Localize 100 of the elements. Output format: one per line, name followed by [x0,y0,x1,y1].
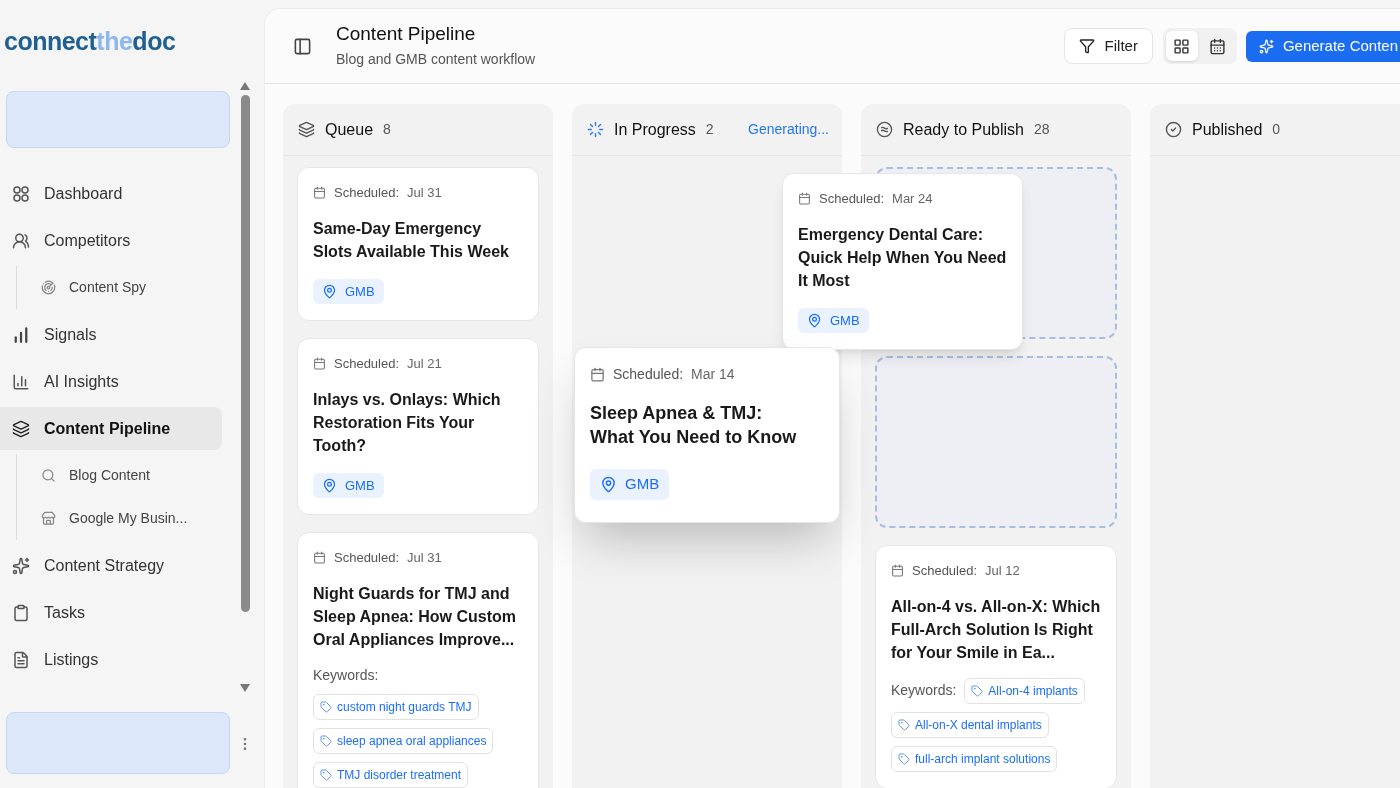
grid-icon [1173,37,1191,55]
gmb-tag: GMB [313,278,384,304]
scheduled-label: Scheduled: [334,355,400,373]
radar-icon [41,280,56,295]
sparkles-icon [1258,38,1274,54]
scheduled-label: Scheduled: [334,184,400,202]
card-title: Inlays vs. Onlays: Which Restoration Fits Your Tooth? [313,389,502,456]
scheduled-date: Jul 12 [985,562,1020,580]
dashboard-icon [12,184,30,203]
check-circle-icon [1165,121,1182,138]
nav-subitem[interactable]: Content Spy [17,266,236,309]
scheduled-date: Jul 21 [407,355,442,373]
layers-icon [12,419,30,438]
column-count: 0 [1272,120,1281,139]
column-title: Queue [325,119,374,140]
card-title: Emergency Dental Care: Quick Help When You Need It Most [798,224,1007,291]
map-pin-icon [322,283,337,299]
tag-icon [898,752,910,765]
sidebar-toggle-icon[interactable] [293,36,312,56]
search-icon [41,468,56,483]
tag-icon [898,718,910,731]
column-count: 28 [1033,120,1050,139]
page-title: Content Pipeline [336,22,477,46]
gmb-tag: GMB [798,307,869,333]
nav-item[interactable]: Content Pipeline [0,407,222,450]
logo[interactable]: connectthedoc [4,28,176,54]
map-pin-icon [600,475,617,493]
card-title: Sleep Apnea & TMJ: What You Need to Know [590,402,798,449]
nav-subitem[interactable]: Blog Content [17,454,236,497]
nav-item[interactable]: Competitors [0,219,222,262]
filter-icon [1078,38,1095,54]
nav-item[interactable]: Tasks [0,591,222,634]
scheduled-label: Scheduled: [819,190,885,208]
nav-item[interactable]: AI Insights [0,360,222,403]
filter-button[interactable]: Filter [1063,28,1153,64]
content-card[interactable]: Scheduled: Jul 12 All-on-4 vs. All-on-X: Which Full-Arch Solution Is Right for Your Smile in Ea... Keywords: All-on-4 implants All-on-X dental implants full-arch implant solutions [875,545,1117,788]
tag-icon [320,700,332,713]
view-button[interactable] [1165,31,1198,61]
nav-item[interactable]: Listings [0,638,222,681]
content-card[interactable]: Scheduled: Jul 21 Inlays vs. Onlays: Which Restoration Fits Your Tooth? GMB [297,338,539,515]
content-card[interactable]: Scheduled: Mar 14 Sleep Apnea & TMJ: What You Need to Know GMB [574,347,840,523]
calendar-icon [798,192,811,206]
scheduled-label: Scheduled: [334,549,400,567]
gmb-tag: GMB [313,472,384,498]
scheduled-label: Scheduled: [613,365,684,384]
calendar-icon [313,357,326,371]
nav-item[interactable]: Content Strategy [0,544,222,587]
page-subtitle: Blog and GMB content workflow [336,50,536,69]
gmb-tag: GMB [590,469,670,500]
calendar-icon [590,367,605,382]
column-title: Ready to Publish [903,119,1024,140]
column-count: 8 [383,120,391,139]
keyword-chip: custom night guards TMJ [313,693,479,720]
status-text: Generating... [748,120,829,139]
column-title: Published [1192,119,1263,140]
content-card[interactable]: Scheduled: Jul 31 Same-Day Emergency Slots Available This Week GMB [297,167,539,321]
scheduled-label: Scheduled: [912,562,978,580]
clipboard-icon [12,603,30,622]
signal-bars-icon [12,325,30,344]
tag-icon [320,768,332,781]
waves-circle-icon [876,121,893,138]
card-title: All-on-4 vs. All-on-X: Which Full-Arch Solution Is Right for Your Smile in Ea... [891,596,1101,663]
scroll-down-icon[interactable] [240,684,250,692]
keyword-chip: All-on-4 implants [964,677,1085,704]
keywords-label: Keywords: [313,665,379,685]
scheduled-date: Jul 31 [407,184,442,202]
scheduled-date: Jul 31 [407,549,442,567]
tag-icon [971,684,984,697]
keyword-chip: sleep apnea oral appliances [313,727,494,754]
document-icon [12,650,30,669]
card-title: Same-Day Emergency Slots Available This Week [313,218,510,262]
nav-item[interactable]: Signals [0,313,222,356]
spinner-icon [587,121,604,138]
calendar-icon [313,186,326,200]
scheduled-date: Mar 24 [892,190,933,208]
scheduled-date: Mar 14 [691,365,735,384]
tag-icon [320,734,332,747]
sparkles-icon [12,556,30,575]
calendar-icon [313,551,326,565]
keyword-chip: full-arch implant solutions [891,745,1058,772]
nav-item[interactable]: Dashboard [0,172,222,215]
generate-content-button[interactable]: Generate Conten [1245,30,1400,62]
layers-icon [298,121,315,138]
scrollbar-thumb[interactable] [240,95,250,612]
keywords-label: Keywords: [891,681,957,700]
nav-subitem[interactable]: Google My Busin... [17,497,236,540]
scroll-up-icon[interactable] [240,82,250,90]
bar-chart-icon [12,372,30,391]
keyword-chip: TMJ disorder treatment [313,761,469,788]
map-pin-icon [807,312,822,328]
store-icon [41,511,56,526]
column-count: 2 [705,120,714,139]
map-pin-icon [322,477,337,493]
content-card[interactable]: Scheduled: Mar 24 Emergency Dental Care: Quick Help When You Need It Most GMB [782,173,1023,350]
calendar-icon [891,564,904,578]
content-card[interactable]: Scheduled: Jul 31 Night Guards for TMJ and Sleep Apnea: How Custom Oral Appliances Improve... Keywords: custom night guards TMJ sleep apnea oral appliances TMJ disorder treatment [297,532,539,788]
users-icon [12,231,30,250]
calendar-icon [1209,37,1227,55]
column-title: In Progress [614,119,696,140]
keyword-chip: All-on-X dental implants [891,711,1049,738]
